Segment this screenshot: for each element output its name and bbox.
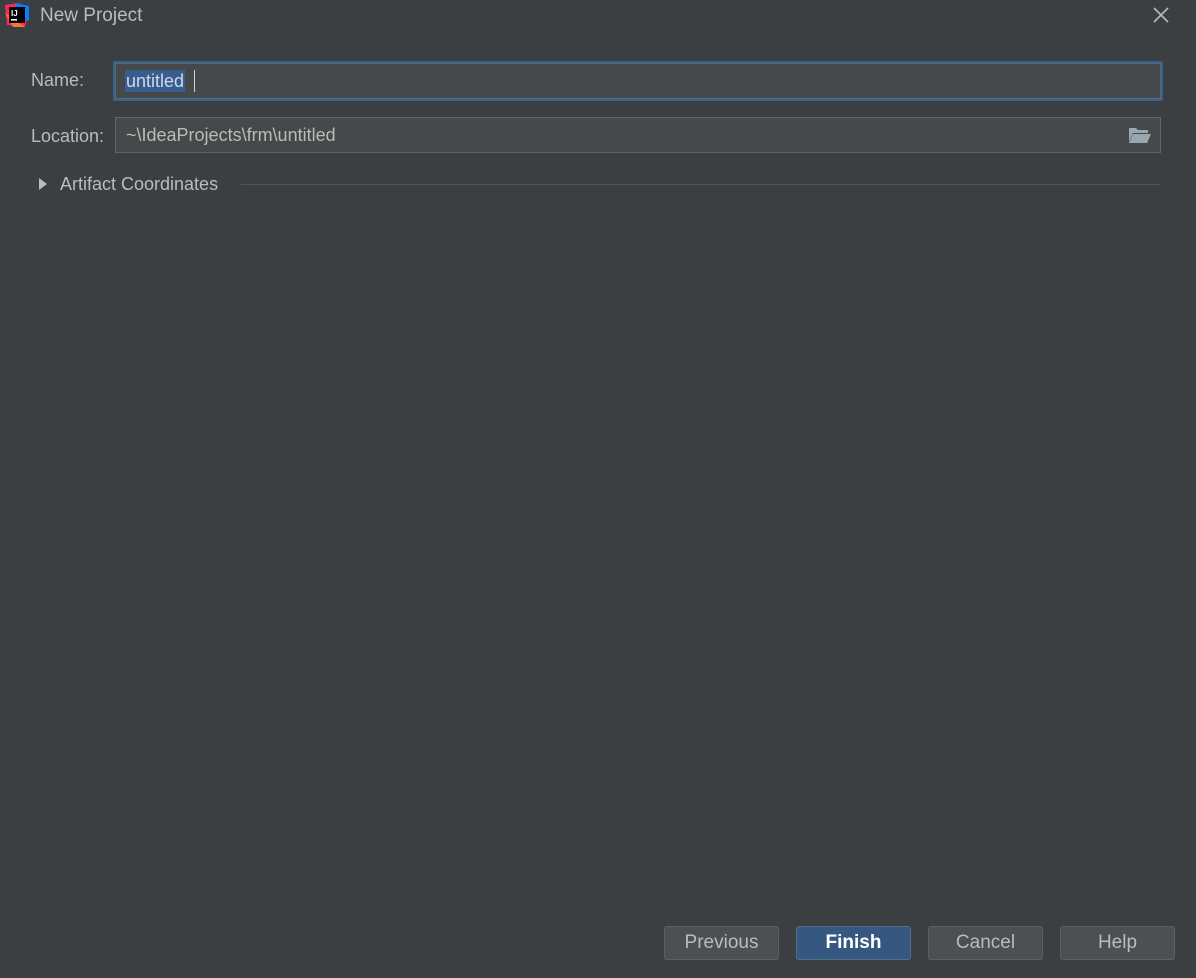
svg-text:IJ: IJ <box>11 9 18 18</box>
previous-button[interactable]: Previous <box>664 926 779 960</box>
finish-button[interactable]: Finish <box>796 926 911 960</box>
name-input-value[interactable]: untitled <box>125 70 186 92</box>
title-bar: IJ New Project <box>0 0 1196 32</box>
location-input[interactable]: ~\IdeaProjects\frm\untitled <box>115 117 1161 153</box>
name-input-border <box>115 63 1161 99</box>
folder-icon[interactable] <box>1128 125 1152 145</box>
location-input-value[interactable]: ~\IdeaProjects\frm\untitled <box>126 124 336 146</box>
section-divider <box>241 184 1160 185</box>
new-project-dialog: IJ New Project Name: untitled Location: … <box>0 0 1196 978</box>
name-input[interactable]: untitled <box>113 61 1163 101</box>
cancel-button[interactable]: Cancel <box>928 926 1043 960</box>
artifact-coordinates-label[interactable]: Artifact Coordinates <box>60 173 218 195</box>
close-icon[interactable] <box>1148 2 1174 28</box>
name-label: Name: <box>31 70 85 90</box>
window-title: New Project <box>40 5 143 26</box>
expand-arrow-icon[interactable] <box>38 177 48 191</box>
intellij-idea-icon: IJ <box>5 3 29 27</box>
artifact-coordinates-section[interactable]: Artifact Coordinates <box>36 173 1160 197</box>
location-label: Location: <box>31 126 105 146</box>
help-button[interactable]: Help <box>1060 926 1175 960</box>
text-caret <box>194 70 195 92</box>
